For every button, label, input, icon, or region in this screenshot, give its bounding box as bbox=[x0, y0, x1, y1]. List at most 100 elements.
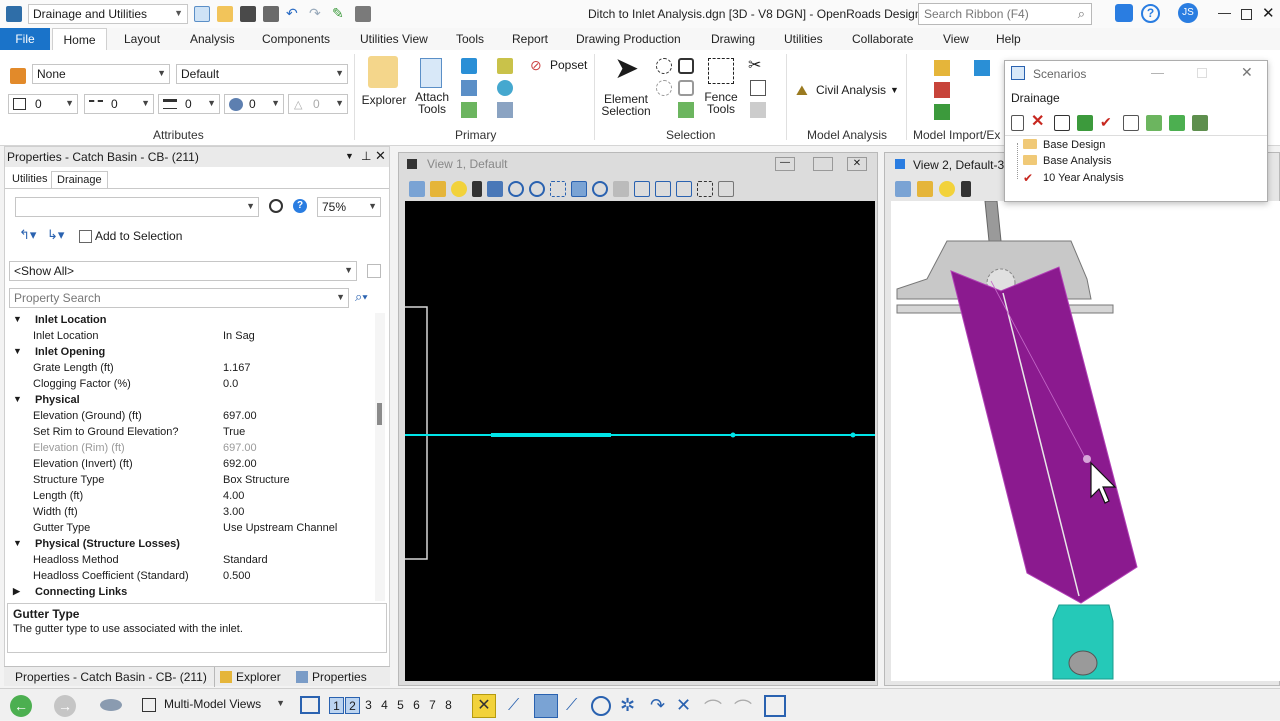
redo-icon[interactable]: ↷ bbox=[309, 6, 325, 22]
view-toggle-2[interactable]: 2 bbox=[345, 697, 360, 714]
group-icon[interactable] bbox=[678, 102, 694, 118]
property-row[interactable]: Length (ft) 4.00 bbox=[5, 489, 373, 505]
save-settings-icon[interactable] bbox=[263, 6, 279, 22]
locate-icon[interactable] bbox=[269, 199, 283, 213]
cut-icon[interactable]: ✂ bbox=[748, 55, 761, 75]
property-value[interactable]: Standard bbox=[223, 554, 268, 566]
popset-button[interactable]: Popset bbox=[550, 58, 587, 72]
expand-icon[interactable]: ▶ bbox=[13, 586, 20, 597]
property-row[interactable]: Headloss Method Standard bbox=[5, 553, 373, 569]
view-toggle-6[interactable]: 6 bbox=[409, 697, 424, 714]
property-row[interactable]: Grate Length (ft) 1.167 bbox=[5, 361, 373, 377]
delete-icon[interactable]: ✕ bbox=[1031, 114, 1047, 131]
rotate-view-icon[interactable] bbox=[592, 181, 608, 197]
property-row[interactable]: Structure Type Box Structure bbox=[5, 473, 373, 489]
scenario-base-analysis[interactable]: Base Analysis bbox=[1023, 155, 1111, 167]
tab-properties[interactable]: Properties bbox=[312, 670, 367, 684]
view-mode-dropdown[interactable]: Multi-Model Views ▼ bbox=[140, 695, 288, 715]
lighting-icon[interactable] bbox=[451, 181, 467, 197]
scenario-base-design[interactable]: Base Design bbox=[1023, 139, 1105, 151]
app-logo-icon[interactable] bbox=[6, 6, 22, 22]
clip-volume-icon[interactable] bbox=[697, 181, 713, 197]
help-icon[interactable]: ? bbox=[293, 199, 307, 213]
undo-icon[interactable]: ↶ bbox=[286, 6, 302, 22]
property-category[interactable]: ▼ Physical bbox=[5, 393, 373, 409]
new-icon[interactable] bbox=[1011, 115, 1024, 131]
property-row[interactable]: Width (ft) 3.00 bbox=[5, 505, 373, 521]
chevron-down-icon[interactable]: ▼ bbox=[345, 151, 354, 161]
collapse-icon[interactable]: ▼ bbox=[13, 538, 22, 548]
notifications-icon[interactable] bbox=[1115, 4, 1133, 22]
snap-origin-icon[interactable]: ✲ bbox=[620, 695, 635, 716]
display-styles-icon[interactable] bbox=[461, 102, 477, 118]
view-toggle-8[interactable]: 8 bbox=[441, 697, 456, 714]
property-search-input[interactable]: Property Search ▼ bbox=[9, 288, 349, 308]
collapse-icon[interactable]: ▼ bbox=[13, 394, 22, 404]
property-category[interactable]: ▶ Connecting Links bbox=[5, 585, 373, 601]
pin-icon[interactable]: ✎ bbox=[332, 6, 348, 22]
pan-view-icon[interactable] bbox=[613, 181, 629, 197]
view-1-window[interactable]: View 1, Default — ✕ bbox=[398, 152, 878, 686]
tab-utilities-view[interactable]: Utilities View bbox=[360, 32, 428, 46]
style-dropdown[interactable]: Default ▼ bbox=[176, 64, 348, 84]
property-value[interactable]: 697.00 bbox=[223, 410, 257, 422]
linestyle-dropdown[interactable]: 0 ▼ bbox=[84, 94, 154, 114]
explorer-icon[interactable] bbox=[368, 56, 398, 88]
maximize-button[interactable] bbox=[1241, 9, 1252, 20]
show-all-dropdown[interactable]: <Show All> ▼ bbox=[9, 261, 357, 281]
tab-home[interactable]: Home bbox=[52, 28, 107, 50]
exchange-icon[interactable] bbox=[934, 82, 950, 98]
add-child-icon[interactable] bbox=[1169, 115, 1185, 131]
priority-dropdown[interactable]: △ 0 ▼ bbox=[288, 94, 348, 114]
property-row[interactable]: Inlet Location In Sag bbox=[5, 329, 373, 345]
snap-line-icon[interactable]: ⟋ bbox=[508, 697, 519, 715]
saved-views-icon[interactable] bbox=[497, 102, 513, 118]
civil-analysis-icon[interactable]: ⛰ bbox=[796, 82, 812, 98]
property-value[interactable]: 0.500 bbox=[223, 570, 251, 582]
fence-tools-button[interactable]: Fence Tools bbox=[700, 91, 742, 115]
property-value[interactable]: Use Upstream Channel bbox=[223, 522, 337, 534]
references-icon[interactable] bbox=[461, 80, 477, 96]
view-toggle-4[interactable]: 4 bbox=[377, 697, 392, 714]
previous-view-icon[interactable] bbox=[634, 181, 650, 197]
explorer-button[interactable]: Explorer bbox=[360, 94, 408, 106]
snap-settings-icon[interactable] bbox=[764, 695, 786, 717]
pin-icon[interactable]: ⊥ bbox=[361, 149, 371, 163]
snap-nearest-icon[interactable]: ⟋ bbox=[566, 697, 577, 715]
select-all-icon[interactable] bbox=[656, 58, 672, 74]
tab-utilities-props[interactable]: Utilities bbox=[7, 171, 52, 187]
property-row[interactable]: Set Rim to Ground Elevation? True bbox=[5, 425, 373, 441]
fence-icon[interactable] bbox=[708, 58, 734, 84]
display-style-icon[interactable] bbox=[430, 181, 446, 197]
levels-icon[interactable] bbox=[497, 58, 513, 74]
view-2-canvas[interactable] bbox=[891, 200, 1280, 681]
forward-icon[interactable]: → bbox=[54, 695, 76, 717]
property-row[interactable]: Headloss Coefficient (Standard) 0.500 bbox=[5, 569, 373, 585]
property-value[interactable]: Box Structure bbox=[223, 474, 290, 486]
snap-intersection-icon[interactable]: ✕ bbox=[676, 695, 691, 716]
property-value[interactable]: 697.00 bbox=[223, 442, 257, 454]
property-category[interactable]: ▼ Inlet Opening bbox=[5, 345, 373, 361]
view-toggle-5[interactable]: 5 bbox=[393, 697, 408, 714]
tab-components[interactable]: Components bbox=[262, 32, 330, 46]
view-tools-icon[interactable] bbox=[472, 181, 482, 197]
make-current-icon[interactable] bbox=[1077, 115, 1093, 131]
element-dropdown[interactable]: ▼ bbox=[15, 197, 259, 217]
compare-icon[interactable] bbox=[1146, 115, 1162, 131]
tab-report[interactable]: Report bbox=[512, 32, 548, 46]
lighting-icon[interactable] bbox=[939, 181, 955, 197]
property-category[interactable]: ▼ Inlet Location bbox=[5, 313, 373, 329]
tab-utilities[interactable]: Utilities bbox=[784, 32, 823, 46]
weight-dropdown[interactable]: 0 ▼ bbox=[158, 94, 220, 114]
view-toggle-7[interactable]: 7 bbox=[425, 697, 440, 714]
close-icon[interactable]: ✕ bbox=[375, 148, 386, 164]
tab-properties-catch-basin[interactable]: Properties - Catch Basin - CB- (211) bbox=[15, 670, 207, 684]
restore-button[interactable] bbox=[813, 157, 833, 171]
close-button[interactable]: ✕ bbox=[1241, 64, 1253, 81]
workflow-dropdown[interactable]: Drainage and Utilities ▼ bbox=[28, 4, 188, 24]
add-to-selection-checkbox[interactable] bbox=[79, 230, 92, 243]
window-area-icon[interactable] bbox=[550, 181, 566, 197]
view-2-window[interactable]: View 2, Default-3 bbox=[884, 152, 1280, 686]
view-1-canvas[interactable] bbox=[402, 201, 875, 681]
collapse-icon[interactable]: ▼ bbox=[13, 346, 22, 356]
